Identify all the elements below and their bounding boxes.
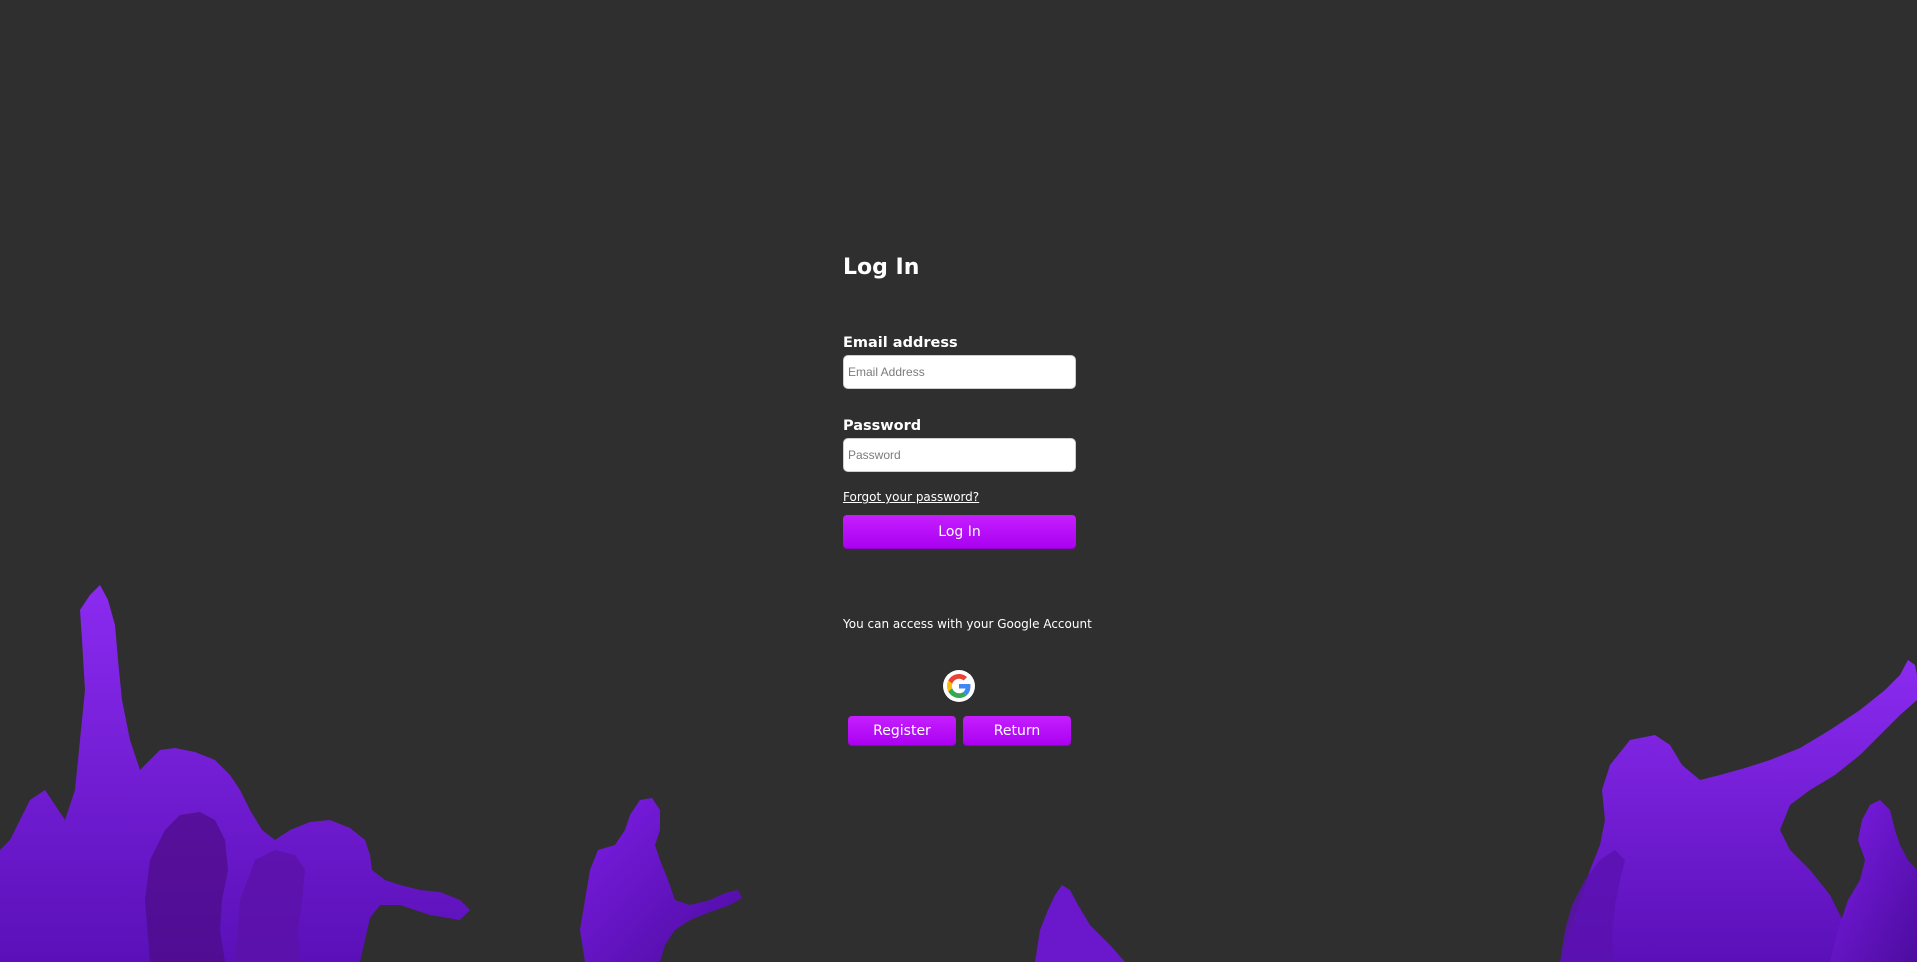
forgot-password-link[interactable]: Forgot your password? (843, 490, 979, 504)
register-button[interactable]: Register (848, 716, 956, 746)
google-signin-button[interactable] (943, 670, 975, 702)
google-access-text: You can access with your Google Account (843, 617, 1092, 631)
login-button[interactable]: Log In (843, 515, 1076, 549)
password-input[interactable] (843, 438, 1076, 472)
login-page: Log In Email address Password Forgot you… (0, 0, 1917, 962)
password-label: Password (843, 418, 922, 434)
page-title: Log In (843, 255, 920, 280)
email-input[interactable] (843, 355, 1076, 389)
secondary-actions: Register Return (848, 716, 1074, 746)
return-button[interactable]: Return (963, 716, 1071, 746)
google-logo-icon (947, 674, 971, 698)
email-label: Email address (843, 335, 958, 351)
login-form: Log In Email address Password Forgot you… (843, 250, 1077, 549)
